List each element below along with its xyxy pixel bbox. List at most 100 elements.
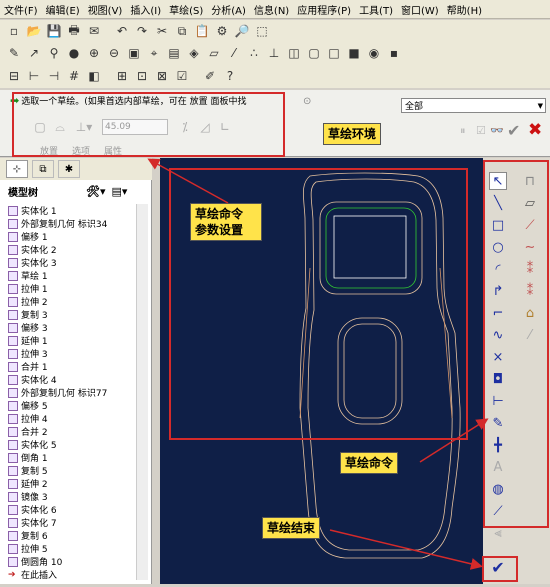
filter-select[interactable]: 全部 ▼	[401, 98, 546, 113]
model-display-icon[interactable]: ▪	[385, 44, 403, 62]
tree-item[interactable]: 偏移 3	[8, 321, 48, 334]
help-icon[interactable]: ?	[221, 67, 239, 85]
coord-sys-icon[interactable]: ⊥	[265, 44, 283, 62]
tree-item[interactable]: 倒圆角 10	[8, 555, 62, 568]
menu-item-3[interactable]: 插入(I)	[126, 2, 165, 17]
tree-item[interactable]: 复制 5	[8, 464, 48, 477]
tree-item[interactable]: 复制 6	[8, 529, 48, 542]
wireframe-icon[interactable]: ◫	[285, 44, 303, 62]
appearance-icon[interactable]: ◉	[365, 44, 383, 62]
datum-axes-icon[interactable]: ⁄	[225, 44, 243, 62]
dimension-display-icon[interactable]: ⊢	[25, 67, 43, 85]
tree-item[interactable]: 镜像 3	[8, 490, 48, 503]
menu-item-5[interactable]: 分析(A)	[207, 2, 250, 17]
sketch-palette-icon[interactable]: ✐	[201, 67, 219, 85]
tree-item[interactable]: 延伸 1	[8, 334, 48, 347]
tree-item[interactable]: 实体化 1	[8, 204, 57, 217]
find-icon[interactable]: 🔎	[233, 22, 251, 40]
menu-item-2[interactable]: 视图(V)	[84, 2, 127, 17]
paste-icon[interactable]: 📋	[193, 22, 211, 40]
check-icon[interactable]: ☑	[173, 67, 191, 85]
tree-item[interactable]: 外部复制几何 标识34	[8, 217, 107, 230]
menu-item-8[interactable]: 工具(T)	[355, 2, 397, 17]
tree-item[interactable]: 拉伸 2	[8, 295, 48, 308]
vertex-display-icon[interactable]: ◧	[85, 67, 103, 85]
print-icon[interactable]: 🖶	[65, 22, 83, 40]
save-icon[interactable]: 💾	[45, 22, 63, 40]
tree-item[interactable]: 合并 1	[8, 360, 48, 373]
tree-item[interactable]: 外部复制几何 标识77	[8, 386, 107, 399]
tree-item[interactable]: 实体化 3	[8, 256, 57, 269]
constraint-display-icon[interactable]: ⊣	[45, 67, 63, 85]
tree-item[interactable]: 拉伸 5	[8, 542, 48, 555]
tree-item[interactable]: 拉伸 1	[8, 282, 48, 295]
tree-item[interactable]: 偏移 5	[8, 399, 48, 412]
tree-item[interactable]: 实体化 5	[8, 438, 57, 451]
cut-icon[interactable]: ✂	[153, 22, 171, 40]
model-tree-tab-icon[interactable]: ⊹	[6, 160, 28, 178]
favorites-tab-icon[interactable]: ✱	[58, 160, 80, 178]
no-hidden-icon[interactable]: □	[325, 44, 343, 62]
open-icon[interactable]: 📂	[25, 22, 43, 40]
view-arrow-icon[interactable]: ↗	[25, 44, 43, 62]
regenerate-icon[interactable]: ⚙	[213, 22, 231, 40]
layers-icon[interactable]: ◈	[185, 44, 203, 62]
zoom-in-icon[interactable]: ⊕	[85, 44, 103, 62]
shade-closed-icon[interactable]: ⊡	[133, 67, 151, 85]
preview-checkbox[interactable]: ☑	[476, 124, 486, 137]
tree-item[interactable]: 拉伸 4	[8, 412, 48, 425]
open-ends-icon[interactable]: ⊠	[153, 67, 171, 85]
menu-item-4[interactable]: 草绘(S)	[165, 2, 207, 17]
tree-title: 模型树	[8, 187, 38, 199]
tree-item-label: 偏移 5	[21, 402, 48, 412]
pause-icon[interactable]: ⏸	[460, 124, 466, 138]
saved-views-icon[interactable]: ▤	[165, 44, 183, 62]
cancel-icon[interactable]: ✖	[528, 120, 542, 140]
new-icon[interactable]: ▫	[5, 22, 23, 40]
confirm-icon[interactable]: ✔	[507, 121, 520, 140]
tree-item[interactable]: 实体化 4	[8, 373, 57, 386]
tree-item[interactable]: 合并 2	[8, 425, 48, 438]
shaded-icon[interactable]: ■	[345, 44, 363, 62]
sketch-view-icon[interactable]: ⊟	[5, 67, 23, 85]
menu-item-0[interactable]: 文件(F)	[0, 2, 42, 17]
tree-item[interactable]: 实体化 6	[8, 503, 57, 516]
tree-item[interactable]: 实体化 7	[8, 516, 57, 529]
tree-item[interactable]: 偏移 1	[8, 230, 48, 243]
hidden-line-icon[interactable]: ▢	[305, 44, 323, 62]
overlap-icon[interactable]: ⊞	[113, 67, 131, 85]
shading-icon[interactable]: ●	[65, 44, 83, 62]
repaint-icon[interactable]: ✎	[5, 44, 23, 62]
tree-item[interactable]: 草绘 1	[8, 269, 48, 282]
select-box-icon[interactable]: ⬚	[253, 22, 271, 40]
copy-icon[interactable]: ⧉	[173, 22, 191, 40]
menu-item-7[interactable]: 应用程序(P)	[293, 2, 355, 17]
glasses-icon[interactable]: 👓	[490, 124, 504, 137]
tree-item[interactable]: 实体化 2	[8, 243, 57, 256]
tree-show-icon[interactable]: ▤▾	[112, 185, 128, 198]
tree-item[interactable]: 复制 3	[8, 308, 48, 321]
grid-display-icon[interactable]: #	[65, 67, 83, 85]
tree-item[interactable]: 延伸 2	[8, 477, 48, 490]
tree-item-label: 拉伸 4	[21, 415, 48, 425]
tree-item-label: 倒圆角 10	[21, 558, 63, 568]
mail-icon[interactable]: ✉	[85, 22, 103, 40]
menu-item-6[interactable]: 信息(N)	[250, 2, 293, 17]
tree-item[interactable]: ➔ 在此插入	[8, 568, 57, 582]
tree-item[interactable]: 拉伸 3	[8, 347, 48, 360]
undo-icon[interactable]: ↶	[113, 22, 131, 40]
refit-icon[interactable]: ▣	[125, 44, 143, 62]
spin-center-icon[interactable]: ⚲	[45, 44, 63, 62]
orient-icon[interactable]: ⌖	[145, 44, 163, 62]
menu-item-1[interactable]: 编辑(E)	[42, 2, 84, 17]
menu-item-10[interactable]: 帮助(H)	[443, 2, 486, 17]
zoom-out-icon[interactable]: ⊖	[105, 44, 123, 62]
folder-tab-icon[interactable]: ⧉	[32, 160, 54, 178]
datum-planes-icon[interactable]: ▱	[205, 44, 223, 62]
menu-item-9[interactable]: 窗口(W)	[397, 2, 443, 17]
datum-points-icon[interactable]: ∴	[245, 44, 263, 62]
tree-settings-icon[interactable]: 🛠▾	[86, 185, 106, 198]
tree-item[interactable]: 倒角 1	[8, 451, 48, 464]
scrollbar[interactable]	[136, 204, 148, 580]
redo-icon[interactable]: ↷	[133, 22, 151, 40]
